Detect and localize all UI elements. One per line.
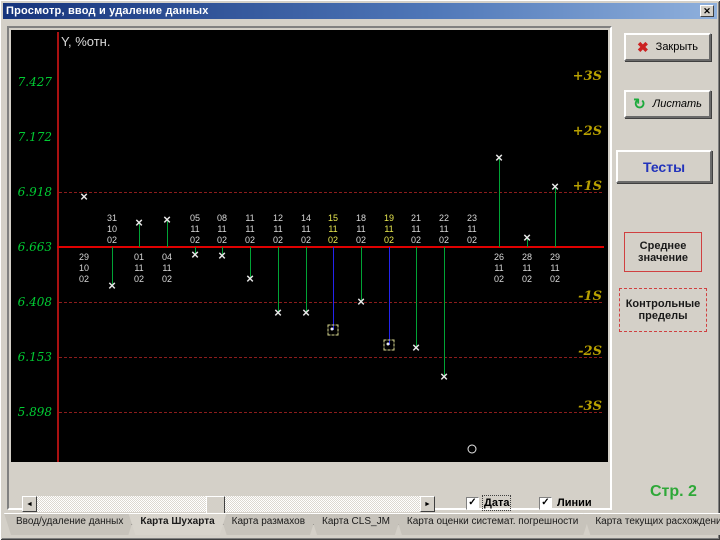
window-title: Просмотр, ввод и удаление данных <box>6 5 209 17</box>
data-point-marker[interactable]: × <box>412 340 420 355</box>
scroll-left-icon: ◄ <box>26 500 33 508</box>
sigma-label: +3S <box>572 69 602 84</box>
data-point-marker[interactable]: × <box>357 294 365 309</box>
y-tick-label: 6.408 <box>17 295 52 309</box>
control-limits-legend: Контрольные пределы <box>619 288 707 332</box>
date-checkbox[interactable]: ✓ <box>466 497 479 510</box>
point-date-label: 04 11 02 <box>161 252 172 284</box>
point-date-label: 31 10 02 <box>106 213 117 245</box>
y-tick-label: 6.918 <box>17 185 52 199</box>
point-date-label: 28 11 02 <box>521 252 532 284</box>
sigma-label: -3S <box>578 399 602 414</box>
point-date-label: 29 10 02 <box>78 252 89 284</box>
refresh-icon: ↻ <box>633 96 646 113</box>
sigma-label: +2S <box>572 124 602 139</box>
date-checkbox-label[interactable]: Дата <box>481 495 512 511</box>
point-date-label: 12 11 02 <box>272 213 283 245</box>
mean-value-legend-label: Среднее значение <box>638 240 688 264</box>
control-limit-line <box>59 357 602 358</box>
point-date-label: 15 11 02 <box>327 213 338 245</box>
point-date-label: 18 11 02 <box>355 213 366 245</box>
control-limits-legend-label: Контрольные пределы <box>625 298 701 322</box>
tests-button-label: Тесты <box>642 158 686 175</box>
tests-button[interactable]: Тесты <box>616 150 712 183</box>
scroll-left-button[interactable]: ◄ <box>22 496 37 512</box>
point-date-label: 19 11 02 <box>383 213 394 245</box>
sigma-label: -2S <box>578 344 602 359</box>
browse-button[interactable]: ↻ Листать <box>624 90 711 118</box>
deviation-line <box>278 247 279 313</box>
data-point-marker[interactable]: × <box>135 215 143 230</box>
scroll-right-button[interactable]: ► <box>420 496 435 512</box>
point-date-label: 26 11 02 <box>493 252 504 284</box>
point-date-label: 14 11 02 <box>300 213 311 245</box>
data-point-flagged-marker[interactable] <box>327 324 339 336</box>
tab-6[interactable]: Карта текущих расхождений <box>583 513 720 535</box>
tab-3[interactable]: Карта размахов <box>220 513 317 535</box>
horizontal-scrollbar[interactable]: ◄ ► <box>22 496 435 514</box>
scrollbar-thumb[interactable] <box>206 496 225 514</box>
close-x-icon: ✖ <box>636 38 649 55</box>
close-window-button[interactable]: ✕ <box>700 5 714 17</box>
close-button[interactable]: ✖ Закрыть <box>624 33 711 61</box>
point-date-label: 05 11 02 <box>189 213 200 245</box>
deviation-line <box>333 247 334 330</box>
data-point-marker[interactable]: × <box>191 247 199 262</box>
deviation-line <box>416 247 417 348</box>
y-tick-label: 6.153 <box>17 350 52 364</box>
y-axis-title: Y, %отн. <box>61 34 111 49</box>
close-icon: ✕ <box>703 6 711 16</box>
data-point-marker[interactable]: × <box>495 150 503 165</box>
data-point-outlier-marker[interactable] <box>467 444 477 454</box>
data-point-marker[interactable]: × <box>80 189 88 204</box>
mean-value-legend: Среднее значение <box>624 232 702 272</box>
scroll-right-icon: ► <box>424 500 431 508</box>
lines-checkbox[interactable]: ✓ <box>539 497 552 510</box>
page-number-label: Стр. 2 <box>650 483 697 500</box>
tab-4[interactable]: Карта CLS_JM <box>310 513 402 535</box>
shewhart-control-chart: Y, %отн. 7.427 7.172 6.918 6.663 6.408 6.153 5.… <box>11 30 608 462</box>
data-point-marker[interactable]: × <box>440 369 448 384</box>
data-point-marker[interactable]: × <box>274 305 282 320</box>
y-tick-label: 7.427 <box>17 75 52 89</box>
browse-button-label: Листать <box>652 98 702 110</box>
close-button-label: Закрыть <box>655 41 699 53</box>
deviation-line <box>499 158 500 247</box>
data-point-flagged-marker[interactable] <box>383 339 395 351</box>
bottom-tab-strip: Ввод/удаление данных Карта Шухарта Карта р… <box>4 513 720 535</box>
sigma-label: -1S <box>578 289 602 304</box>
lines-checkbox-label[interactable]: Линии <box>557 497 592 509</box>
y-tick-label: 6.663 <box>17 240 52 254</box>
tab-1[interactable]: Ввод/удаление данных <box>4 513 135 535</box>
deviation-line <box>306 247 307 313</box>
chart-panel: Y, %отн. 7.427 7.172 6.918 6.663 6.408 6.153 5.… <box>7 26 612 528</box>
data-point-marker[interactable]: × <box>246 271 254 286</box>
control-limit-line <box>59 302 602 303</box>
deviation-line <box>389 247 390 345</box>
deviation-line <box>444 247 445 377</box>
control-limit-line <box>59 192 602 193</box>
point-date-label: 29 11 02 <box>549 252 560 284</box>
data-point-marker[interactable]: × <box>523 230 531 245</box>
titlebar[interactable]: Просмотр, ввод и удаление данных ✕ <box>3 3 717 19</box>
point-date-label: 11 11 02 <box>244 213 255 245</box>
point-date-label: 01 11 02 <box>133 252 144 284</box>
control-limit-line <box>59 412 602 413</box>
data-point-marker[interactable]: × <box>163 212 171 227</box>
point-date-label: 22 11 02 <box>438 213 449 245</box>
data-point-marker[interactable]: × <box>551 179 559 194</box>
app-window: Просмотр, ввод и удаление данных ✕ Y, %о… <box>0 0 720 540</box>
tab-5[interactable]: Карта оценки системат. погрешности <box>395 513 590 535</box>
data-point-marker[interactable]: × <box>218 248 226 263</box>
sigma-label: +1S <box>572 179 602 194</box>
data-point-marker[interactable]: × <box>302 305 310 320</box>
y-tick-label: 7.172 <box>17 130 52 144</box>
y-tick-label: 5.898 <box>17 405 52 419</box>
point-date-label: 23 11 02 <box>466 213 477 245</box>
tab-2[interactable]: Карта Шухарта <box>128 513 226 535</box>
point-date-label: 08 11 02 <box>216 213 227 245</box>
deviation-line <box>555 187 556 247</box>
point-date-label: 21 11 02 <box>410 213 421 245</box>
data-point-marker[interactable]: × <box>108 278 116 293</box>
